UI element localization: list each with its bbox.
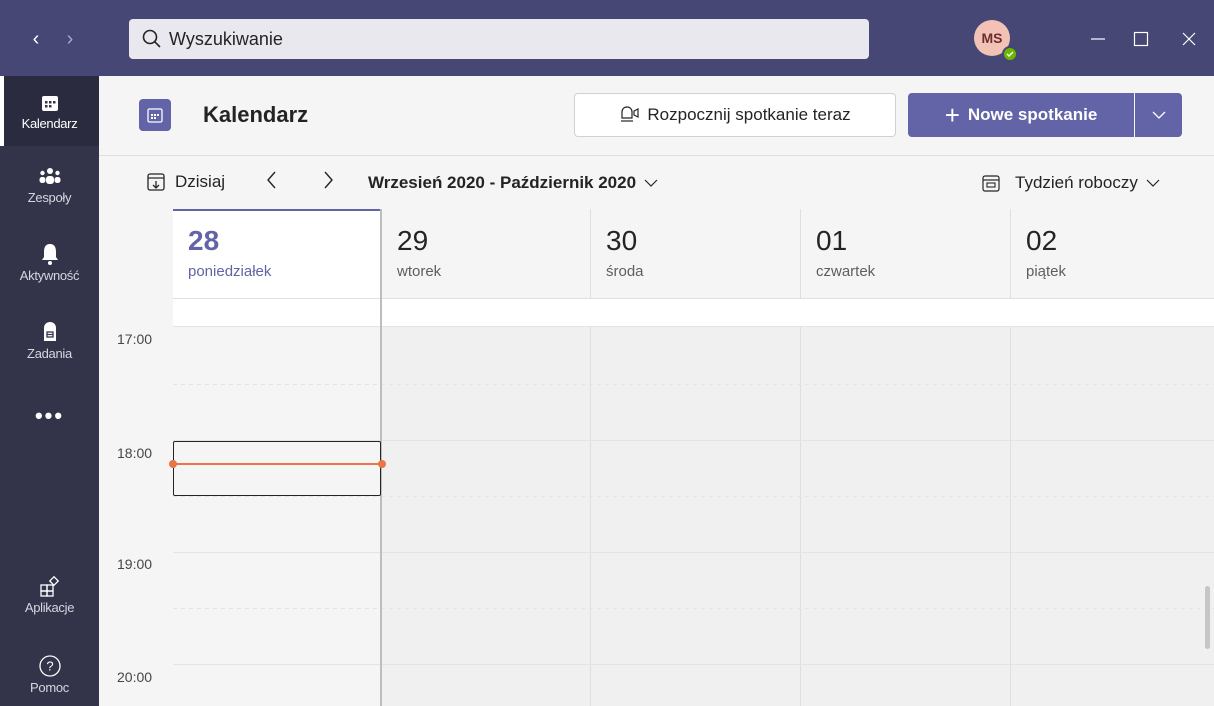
chevron-left-icon xyxy=(267,171,276,189)
day-number: 30 xyxy=(606,225,638,256)
svg-text:?: ? xyxy=(46,659,53,674)
next-week-button[interactable] xyxy=(321,169,335,197)
today-label: Dzisiaj xyxy=(175,172,226,191)
date-range-picker[interactable]: Wrzesień 2020 - Październik 2020 xyxy=(368,173,658,193)
day-header-tuesday[interactable]: 29 wtorek xyxy=(381,209,590,298)
app-rail: Kalendarz Zespoły Aktywność Zadania ••• xyxy=(0,76,99,706)
teams-icon xyxy=(39,168,60,184)
vertical-scrollbar[interactable] xyxy=(1205,586,1210,649)
new-meeting-button[interactable]: + Nowe spotkanie xyxy=(908,93,1134,137)
all-day-row[interactable] xyxy=(173,298,1214,326)
current-time-dot-start xyxy=(169,460,177,468)
hour-line xyxy=(173,326,1214,327)
apps-icon xyxy=(39,576,59,597)
day-number: 29 xyxy=(397,225,429,256)
day-header-monday[interactable]: 28 poniedziałek xyxy=(173,209,381,298)
tasks-icon xyxy=(43,322,56,341)
new-meeting-label: Nowe spotkanie xyxy=(967,105,1098,124)
calendar-toolbar: Dzisiaj Wrzesień 2020 - Październik 2020… xyxy=(99,157,1214,209)
time-label: 18:00 xyxy=(117,445,153,461)
meet-now-button[interactable]: Rozpocznij spotkanie teraz xyxy=(574,93,896,137)
time-label: 19:00 xyxy=(117,556,153,572)
previous-week-button[interactable] xyxy=(265,169,279,197)
calendar-today-icon xyxy=(147,173,165,191)
rail-label-help: Pomoc xyxy=(30,680,69,695)
close-icon xyxy=(1182,32,1196,46)
day-name: środa xyxy=(606,263,644,280)
title-bar: ‹ › Wyszukiwanie MS xyxy=(0,0,1214,76)
rail-item-teams[interactable]: Zespoły xyxy=(0,166,99,205)
day-number: 02 xyxy=(1026,225,1058,256)
half-hour-line xyxy=(173,608,1214,609)
day-number: 28 xyxy=(188,225,220,256)
rail-item-tasks[interactable]: Zadania xyxy=(0,320,99,361)
minimize-icon xyxy=(1091,38,1105,40)
rail-more-button[interactable]: ••• xyxy=(0,403,99,429)
maximize-icon xyxy=(1133,31,1149,47)
meet-now-label: Rozpocznij spotkanie teraz xyxy=(647,105,851,124)
current-time-indicator xyxy=(173,463,382,465)
view-switcher[interactable]: Tydzień roboczy xyxy=(981,173,1174,193)
forward-button[interactable]: › xyxy=(56,25,84,53)
calendar-grid: 28 poniedziałek 29 wtorek 30 środa 01 cz… xyxy=(99,209,1214,706)
hour-line xyxy=(173,664,1214,665)
rail-item-help[interactable]: ? Pomoc xyxy=(0,654,99,695)
rail-label-tasks: Zadania xyxy=(27,346,72,361)
presence-available-icon xyxy=(1002,46,1018,62)
rail-item-activity[interactable]: Aktywność xyxy=(0,242,99,283)
search-input[interactable]: Wyszukiwanie xyxy=(129,19,869,59)
rail-label-teams: Zespoły xyxy=(27,190,72,205)
day-column-monday[interactable] xyxy=(173,326,381,706)
avatar-initials: MS xyxy=(981,30,1003,46)
day-column-friday[interactable] xyxy=(1010,326,1214,706)
day-column-thursday[interactable] xyxy=(800,326,1010,706)
plus-icon: + xyxy=(944,100,960,130)
day-number: 01 xyxy=(816,225,848,256)
chevron-down-icon xyxy=(1146,179,1160,187)
chevron-down-icon xyxy=(1152,111,1165,119)
half-hour-line xyxy=(173,384,1214,385)
day-header-wednesday[interactable]: 30 środa xyxy=(590,209,800,298)
hour-line xyxy=(173,552,1214,553)
calendar-icon xyxy=(41,96,58,111)
more-icon: ••• xyxy=(34,403,65,428)
rail-item-calendar[interactable]: Kalendarz xyxy=(0,92,99,131)
page-title: Kalendarz xyxy=(203,102,309,127)
day-name: wtorek xyxy=(397,263,442,280)
date-range-label: Wrzesień 2020 - Październik 2020 xyxy=(368,173,637,192)
chevron-down-icon xyxy=(644,179,658,187)
calendar-app-icon xyxy=(139,99,171,131)
search-icon xyxy=(142,29,161,48)
day-name: poniedziałek xyxy=(188,263,272,280)
close-button[interactable] xyxy=(1174,24,1204,54)
time-label: 17:00 xyxy=(117,331,153,347)
view-label: Tydzień roboczy xyxy=(1015,173,1138,192)
current-time-dot-end xyxy=(378,460,386,468)
new-meeting-dropdown-button[interactable] xyxy=(1135,93,1182,137)
half-hour-line xyxy=(173,496,1214,497)
chevron-right-icon xyxy=(324,171,333,189)
page-header: Kalendarz Rozpocznij spotkanie teraz + N… xyxy=(99,76,1214,156)
rail-label-apps: Aplikacje xyxy=(24,600,75,615)
video-call-icon xyxy=(621,106,640,122)
day-header-friday[interactable]: 02 piątek xyxy=(1010,209,1214,298)
selected-time-slot[interactable] xyxy=(173,441,381,496)
time-label: 20:00 xyxy=(117,669,153,685)
day-column-wednesday[interactable] xyxy=(590,326,800,706)
maximize-button[interactable] xyxy=(1126,24,1156,54)
calendar-view-icon xyxy=(982,175,1000,192)
rail-label-calendar: Kalendarz xyxy=(21,116,78,131)
help-icon: ? xyxy=(38,655,61,677)
minimize-button[interactable] xyxy=(1083,24,1113,54)
day-header-thursday[interactable]: 01 czwartek xyxy=(800,209,1010,298)
rail-label-activity: Aktywność xyxy=(19,268,80,283)
day-name: piątek xyxy=(1026,263,1067,280)
bell-icon xyxy=(41,244,58,265)
search-placeholder: Wyszukiwanie xyxy=(169,28,283,49)
day-name: czwartek xyxy=(816,263,876,280)
back-button[interactable]: ‹ xyxy=(22,25,50,53)
day-column-tuesday[interactable] xyxy=(381,326,590,706)
rail-item-apps[interactable]: Aplikacje xyxy=(0,576,99,615)
today-button[interactable]: Dzisiaj xyxy=(145,171,225,193)
